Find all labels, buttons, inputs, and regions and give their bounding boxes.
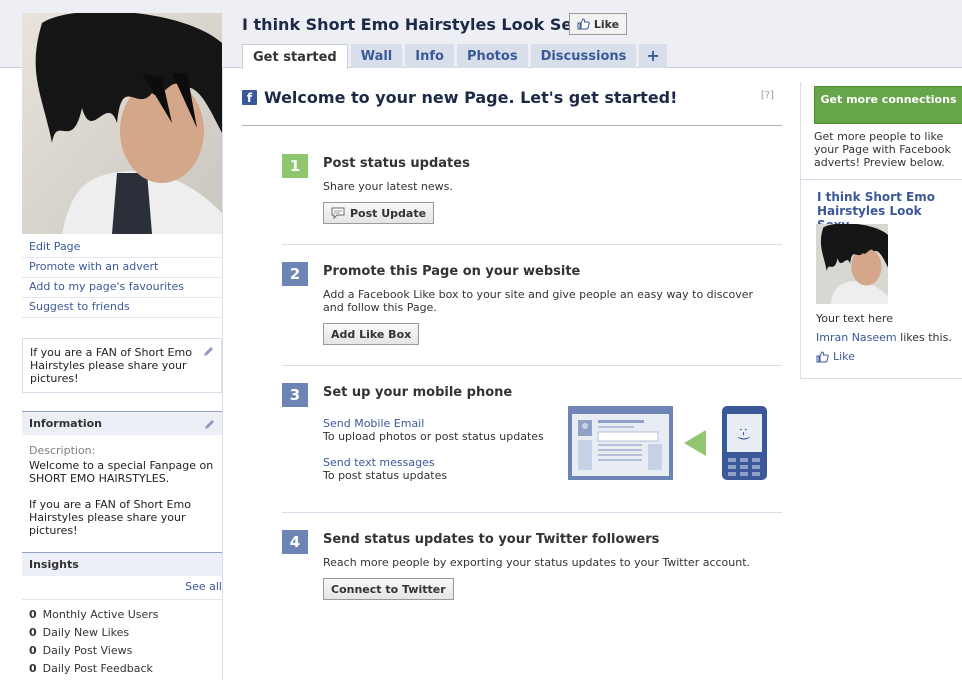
see-all-row: See all <box>22 576 222 600</box>
metric-row: 0 Daily Post Feedback <box>29 660 215 678</box>
connect-twitter-button[interactable]: Connect to Twitter <box>323 578 454 600</box>
add-like-box-label: Add Like Box <box>331 327 412 341</box>
metric-row: 0 Daily New Likes <box>29 624 215 642</box>
ad-thumbnail-image <box>816 224 888 304</box>
tab-info[interactable]: Info <box>405 44 454 68</box>
metric-row: 0 Monthly Active Users <box>29 606 215 624</box>
post-update-button[interactable]: Post Update <box>323 202 435 224</box>
metric-label: Daily Post Views <box>42 644 133 657</box>
add-favourites-link[interactable]: Add to my page's favourites <box>22 278 222 298</box>
insights-metrics: 0 Monthly Active Users 0 Daily New Likes 0… <box>22 600 222 680</box>
add-tab-button[interactable]: + <box>639 44 667 68</box>
insights-header: Insights <box>22 552 222 576</box>
ad-social-line: Imran Naseem likes this. <box>816 331 952 344</box>
profile-photo-image <box>22 13 222 234</box>
information-header: Information <box>22 411 222 435</box>
step-title: Set up your mobile phone <box>323 385 513 400</box>
ad-separator <box>801 179 962 180</box>
step-number: 1 <box>282 154 308 178</box>
page-title: I think Short Emo Hairstyles Look Sexy <box>242 15 593 34</box>
tab-get-started[interactable]: Get started <box>242 44 348 69</box>
step-number: 2 <box>282 262 308 286</box>
add-like-box-button[interactable]: Add Like Box <box>323 323 420 345</box>
metric-value: 0 <box>29 608 37 621</box>
thumbs-up-icon <box>816 350 829 362</box>
welcome-title: Welcome to your new Page. Let's get star… <box>264 88 678 107</box>
pencil-icon[interactable] <box>203 346 214 357</box>
metric-row: 0 Daily Post Views <box>29 642 215 660</box>
step-separator <box>282 512 782 513</box>
ad-body-text: Your text here <box>816 312 893 325</box>
ad-thumbnail[interactable] <box>816 224 888 304</box>
step-promote-page: 2 Promote this Page on your website Add … <box>282 262 782 352</box>
ad-description: Get more people to like your Page with F… <box>814 130 951 169</box>
speech-bubble-icon <box>331 207 345 219</box>
step-description: Share your latest news. <box>323 180 453 193</box>
like-button[interactable]: Like <box>569 13 627 35</box>
tab-photos[interactable]: Photos <box>456 44 528 68</box>
post-update-label: Post Update <box>350 206 427 220</box>
tab-discussions[interactable]: Discussions <box>530 44 637 68</box>
edit-page-link[interactable]: Edit Page <box>22 238 222 258</box>
metric-label: Monthly Active Users <box>42 608 159 621</box>
step-twitter: 4 Send status updates to your Twitter fo… <box>282 530 782 610</box>
information-body: Description: Welcome to a special Fanpag… <box>22 435 222 547</box>
ad-preview-column: Get more connections Get more people to … <box>800 82 962 379</box>
help-link[interactable]: [?] <box>761 90 774 101</box>
text-messages-description: To post status updates <box>323 469 448 482</box>
phone-face-text: :-) <box>737 427 751 440</box>
liker-name-link[interactable]: Imran Naseem <box>816 331 897 344</box>
get-more-connections-button[interactable]: Get more connections <box>814 86 962 124</box>
send-text-messages-link[interactable]: Send text messages <box>323 456 435 469</box>
metric-value: 0 <box>29 644 37 657</box>
description-text-1: Welcome to a special Fanpage on SHORT EM… <box>29 459 214 485</box>
step-title: Promote this Page on your website <box>323 264 581 279</box>
description-label: Description: <box>29 444 96 457</box>
fan-text-box: If you are a FAN of Short Emo Hairstyles… <box>22 338 222 393</box>
step-title: Send status updates to your Twitter foll… <box>323 532 660 547</box>
pencil-icon[interactable] <box>204 419 215 430</box>
step-title: Post status updates <box>323 156 470 171</box>
step-description: Add a Facebook Like box to your site and… <box>323 288 754 314</box>
likes-suffix: likes this. <box>896 331 952 344</box>
column-divider <box>222 68 223 680</box>
ad-like-label: Like <box>833 350 855 363</box>
metric-value: 0 <box>29 662 37 675</box>
insights-heading: Insights <box>29 558 79 571</box>
page-tabs: Get started Wall Info Photos Discussions… <box>242 44 670 69</box>
welcome-header: f Welcome to your new Page. Let's get st… <box>242 88 782 126</box>
metric-label: Daily Post Feedback <box>42 662 153 675</box>
mobile-illustration: :-) <box>568 406 767 480</box>
description-text-2: If you are a FAN of Short Emo Hairstyles… <box>29 498 191 537</box>
metric-label: Daily New Likes <box>42 626 130 639</box>
promote-advert-link[interactable]: Promote with an advert <box>22 258 222 278</box>
mobile-email-description: To upload photos or post status updates <box>323 430 544 443</box>
fan-text: If you are a FAN of Short Emo Hairstyles… <box>30 346 192 385</box>
step-separator <box>282 244 782 245</box>
step-number: 4 <box>282 530 308 554</box>
like-label: Like <box>593 17 620 31</box>
step-mobile-phone: 3 Set up your mobile phone Send Mobile E… <box>282 383 782 493</box>
connect-twitter-label: Connect to Twitter <box>331 582 446 596</box>
profile-picture[interactable] <box>22 13 222 234</box>
step-separator <box>282 365 782 366</box>
metric-value: 0 <box>29 626 37 639</box>
step-post-status: 1 Post status updates Share your latest … <box>282 154 782 234</box>
step-description: Reach more people by exporting your stat… <box>323 556 751 569</box>
information-heading: Information <box>29 417 102 430</box>
ad-like-button[interactable]: Like <box>816 350 855 363</box>
facebook-icon: f <box>242 90 257 105</box>
thumbs-up-icon <box>577 18 590 30</box>
left-column: Edit Page Promote with an advert Add to … <box>22 13 222 680</box>
see-all-link[interactable]: See all <box>185 580 222 593</box>
step-number: 3 <box>282 383 308 407</box>
send-mobile-email-link[interactable]: Send Mobile Email <box>323 417 424 430</box>
page-admin-links: Edit Page Promote with an advert Add to … <box>22 238 222 318</box>
suggest-friends-link[interactable]: Suggest to friends <box>22 298 222 318</box>
tab-wall[interactable]: Wall <box>350 44 403 68</box>
